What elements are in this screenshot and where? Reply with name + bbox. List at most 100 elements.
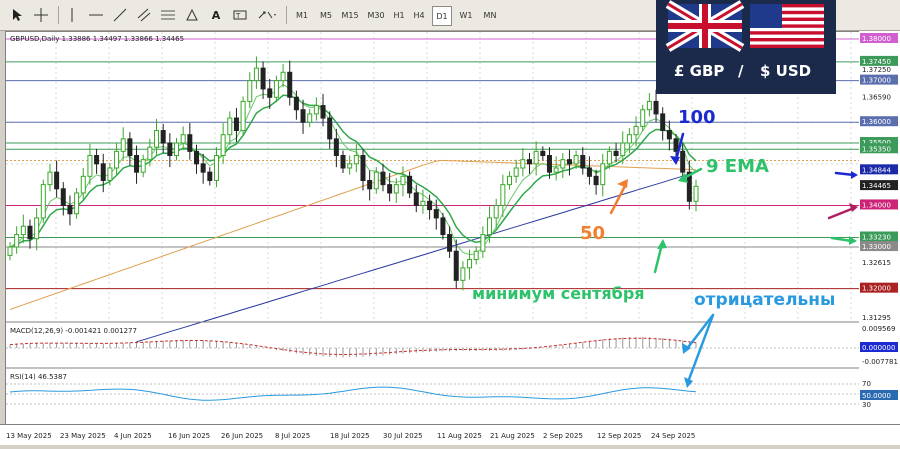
candle — [367, 170, 373, 201]
timeframe-m15[interactable]: M15 — [338, 6, 362, 24]
candle — [233, 108, 239, 143]
candle — [307, 108, 313, 128]
rsi-scale-label: 30 — [862, 401, 871, 409]
date-label: 26 Jun 2025 — [221, 432, 263, 440]
candle — [273, 75, 279, 103]
macd-header: MACD(12,26,9) -0.001421 0.001277 — [10, 327, 137, 335]
candle — [526, 153, 532, 174]
candle — [686, 160, 692, 210]
candle — [580, 147, 586, 175]
candle — [120, 127, 126, 160]
horizontal-line-icon[interactable] — [88, 5, 104, 25]
shapes-icon[interactable] — [184, 5, 200, 25]
channel-icon[interactable] — [136, 5, 152, 25]
timeframe-w1[interactable]: W1 — [456, 6, 476, 24]
date-label: 23 May 2025 — [60, 432, 106, 440]
uk-flag-icon — [665, 0, 745, 52]
candle — [566, 149, 572, 176]
trendline-icon[interactable] — [112, 5, 128, 25]
svg-text:1.37450: 1.37450 — [862, 58, 891, 66]
candle — [140, 154, 146, 178]
candle — [47, 163, 53, 192]
candle — [380, 163, 386, 192]
price-label: 1.34465 — [860, 180, 898, 191]
candle — [347, 155, 353, 175]
candle — [167, 133, 173, 168]
svg-text:1.36590: 1.36590 — [862, 94, 891, 102]
timeframe-m30[interactable]: M30 — [364, 6, 388, 24]
price-label: 1.35350 — [860, 143, 898, 154]
flags-graphic: £ GBP / $ USD — [656, 0, 836, 94]
candle — [593, 169, 599, 195]
candle — [67, 195, 73, 226]
candle — [134, 145, 140, 184]
timeframe-m5[interactable]: M5 — [316, 6, 336, 24]
svg-text:1.37250: 1.37250 — [862, 66, 891, 74]
candle — [200, 153, 206, 184]
macd-signal-line — [9, 337, 697, 356]
svg-text:1.37000: 1.37000 — [862, 77, 891, 85]
price-label: 1.37250 — [862, 66, 891, 74]
date-axis: 13 May 2025 23 May 2025 4 Jun 2025 16 Jun 2… — [0, 424, 900, 445]
annotation-9-ema: 9 EMA — [706, 156, 769, 177]
candle — [220, 123, 226, 164]
candle — [74, 187, 80, 219]
macd-scale-label: 0.009569 — [862, 325, 895, 333]
svg-text:1.31295: 1.31295 — [862, 314, 891, 322]
candle — [507, 171, 513, 190]
candle — [360, 148, 366, 191]
us-flag-icon — [750, 4, 824, 48]
arrow-magenta — [827, 206, 856, 220]
candle — [633, 116, 639, 147]
svg-text:70: 70 — [862, 380, 871, 388]
rsi-scale-label: 50.0000 — [860, 390, 898, 400]
price-label: 1.36590 — [862, 94, 891, 102]
timeframe-h4[interactable]: H4 — [410, 6, 428, 24]
candle — [94, 148, 100, 174]
text-tool-icon[interactable]: A — [208, 5, 224, 25]
candle — [640, 104, 646, 132]
candle — [420, 189, 426, 214]
crosshair-icon[interactable] — [32, 5, 50, 25]
chart-header: GBPUSD,Daily 1.33886 1.34497 1.33866 1.3… — [10, 35, 184, 43]
gbp-label: £ GBP — [674, 62, 724, 80]
candle — [320, 93, 326, 127]
candle — [540, 146, 546, 161]
svg-text:-0.007781: -0.007781 — [862, 358, 898, 366]
cursor-icon[interactable] — [8, 5, 26, 25]
candle — [227, 111, 233, 145]
candle — [520, 148, 526, 177]
candle — [413, 184, 419, 213]
candle — [660, 107, 666, 141]
candle — [480, 226, 486, 258]
annotation-100: 100 — [678, 107, 716, 128]
svg-text:1.33000: 1.33000 — [862, 243, 891, 251]
svg-text:1.33230: 1.33230 — [862, 233, 891, 241]
svg-text:1.34844: 1.34844 — [862, 166, 891, 174]
candle — [533, 141, 539, 176]
timeframe-m1[interactable]: M1 — [292, 6, 312, 24]
svg-text:1.38000: 1.38000 — [862, 35, 891, 43]
date-label: 21 Aug 2025 — [490, 432, 535, 440]
date-label: 8 Jul 2025 — [275, 432, 310, 440]
timeframe-h1[interactable]: H1 — [390, 6, 408, 24]
date-label: 30 Jul 2025 — [383, 432, 423, 440]
candle — [600, 153, 606, 197]
arrows-tool-icon[interactable] — [256, 5, 278, 25]
label-tool-icon[interactable]: T — [232, 5, 248, 25]
slash-label: / — [738, 62, 744, 80]
timeframe-mn[interactable]: MN — [480, 6, 500, 24]
arrow-negative-macd — [684, 313, 715, 352]
svg-text:50.0000: 50.0000 — [862, 392, 891, 400]
svg-text:T: T — [235, 12, 241, 20]
candle — [666, 120, 672, 151]
vertical-line-icon[interactable] — [64, 5, 80, 25]
fibonacci-icon[interactable] — [160, 5, 176, 25]
candle — [247, 72, 253, 109]
svg-text:1.35350: 1.35350 — [862, 145, 891, 153]
candle — [14, 226, 20, 254]
price-label: 1.36000 — [860, 116, 898, 127]
price-scale[interactable]: 1.38000 1.37450 1.37250 1.37000 1.36590 1.360… — [859, 31, 900, 425]
svg-text:0.000000: 0.000000 — [862, 344, 895, 352]
timeframe-d1[interactable]: D1 — [432, 6, 452, 26]
